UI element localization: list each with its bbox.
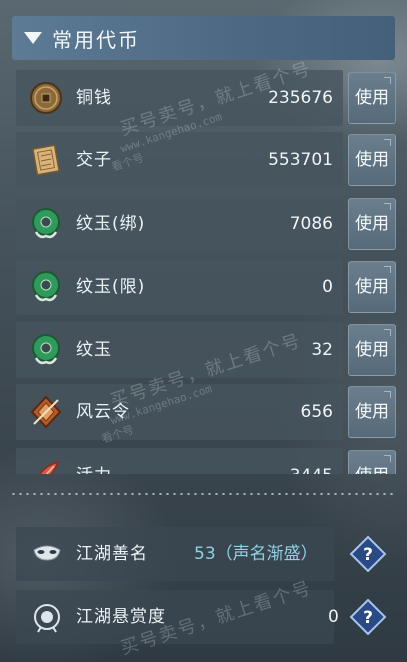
svg-text:?: ? (363, 608, 373, 628)
item-name: 纹玉 (76, 340, 112, 360)
item-name: 纹玉(绑) (76, 214, 146, 234)
reputation-row: 江湖善名 53（声名渐盛） ? (16, 527, 399, 581)
help-question-icon[interactable]: ? (349, 535, 387, 573)
bounty-row: 江湖悬赏度 0 ? (16, 590, 399, 644)
reputation-value: 53（声名渐盛） (194, 544, 318, 564)
list-item: 风云令 656 使用 (16, 384, 399, 440)
bounty-label: 江湖悬赏度 (76, 607, 166, 627)
list-item: 交子 553701 使用 (16, 132, 399, 188)
use-button[interactable]: 使用 (348, 134, 396, 186)
list-item: 纹玉(限) 0 使用 (16, 259, 399, 315)
item-count: 553701 (268, 150, 333, 170)
bounty-badge-icon (32, 603, 62, 633)
token-icon (28, 394, 64, 430)
dotted-divider (10, 493, 397, 495)
use-button[interactable]: 使用 (348, 72, 396, 124)
item-count: 0 (322, 277, 333, 297)
reputation-label: 江湖善名 (76, 544, 148, 564)
item-name: 铜钱 (76, 88, 112, 108)
jade-limited-icon (28, 269, 64, 305)
item-count: 235676 (268, 88, 333, 108)
svg-text:?: ? (363, 545, 373, 565)
item-panel (16, 322, 343, 378)
item-panel (16, 384, 343, 440)
item-panel (16, 259, 343, 315)
list-item: 纹玉 32 使用 (16, 322, 399, 378)
feather-icon (28, 458, 64, 474)
item-count: 7086 (289, 214, 333, 234)
list-item: 铜钱 235676 使用 (16, 70, 399, 126)
use-button[interactable]: 使用 (348, 198, 396, 250)
item-count: 656 (300, 402, 333, 422)
use-button[interactable]: 使用 (348, 386, 396, 438)
item-name: 风云令 (76, 402, 130, 422)
item-name: 纹玉(限) (76, 277, 146, 297)
use-button[interactable]: 使用 (348, 450, 396, 474)
use-button[interactable]: 使用 (348, 324, 396, 376)
use-button[interactable]: 使用 (348, 261, 396, 313)
section-title: 常用代币 (52, 27, 140, 52)
list-item: 纹玉(绑) 7086 使用 (16, 196, 399, 252)
mask-icon (32, 540, 62, 568)
collapse-triangle-icon[interactable] (24, 32, 42, 44)
section-header[interactable]: 常用代币 (12, 16, 395, 60)
item-count: 3445 (290, 448, 333, 474)
currency-list[interactable]: 铜钱 235676 使用 交子 553701 使用 纹玉(绑) 7086 使用 … (16, 70, 399, 474)
jade-icon (28, 332, 64, 368)
item-count: 32 (311, 340, 333, 360)
list-item: 活力 3445 使用 (16, 448, 399, 474)
item-name: 活力 (76, 448, 112, 474)
copper-coin-icon (28, 80, 64, 116)
bounty-value: 0 (328, 607, 339, 627)
item-name: 交子 (76, 150, 112, 170)
info-panel (16, 590, 334, 644)
jade-bound-icon (28, 206, 64, 242)
help-question-icon[interactable]: ? (349, 598, 387, 636)
paper-note-icon (28, 142, 64, 178)
